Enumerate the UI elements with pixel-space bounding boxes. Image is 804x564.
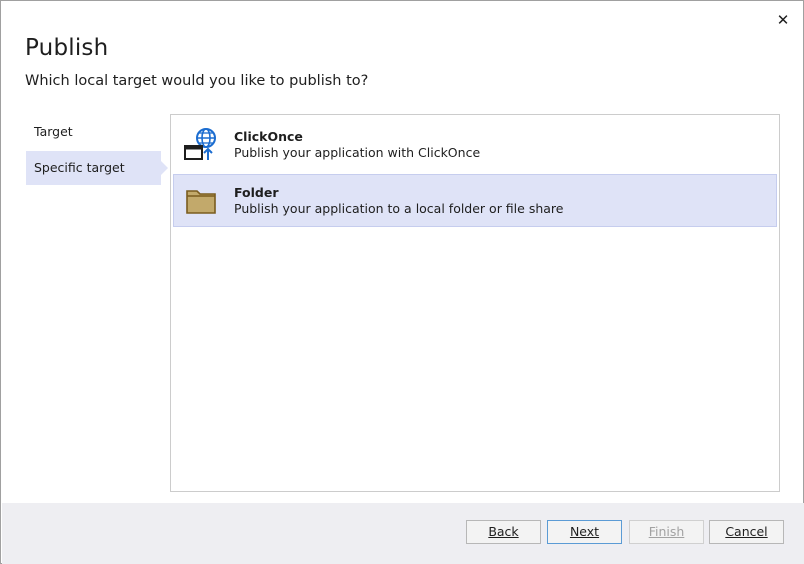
clickonce-globe-icon <box>182 127 216 161</box>
target-item-folder[interactable]: Folder Publish your application to a loc… <box>173 174 777 227</box>
page-title: Publish <box>25 35 109 61</box>
step-label: Target <box>34 124 73 139</box>
dialog-footer: Back Next Finish Cancel <box>2 503 804 564</box>
publish-dialog: ✕ Publish Which local target would you l… <box>0 0 804 564</box>
close-button[interactable]: ✕ <box>771 9 795 31</box>
step-label: Specific target <box>34 160 125 175</box>
target-description: Publish your application to a local fold… <box>234 201 564 216</box>
target-name: ClickOnce <box>234 129 303 144</box>
target-name: Folder <box>234 185 279 200</box>
step-specific-target[interactable]: Specific target <box>26 151 168 185</box>
next-button[interactable]: Next <box>547 520 622 544</box>
folder-icon <box>185 187 219 221</box>
back-button[interactable]: Back <box>466 520 541 544</box>
step-target[interactable]: Target <box>26 115 161 149</box>
page-subtitle: Which local target would you like to pub… <box>25 73 369 89</box>
target-description: Publish your application with ClickOnce <box>234 145 481 160</box>
wizard-steps: Target Specific target <box>26 115 168 187</box>
close-icon: ✕ <box>776 11 790 29</box>
finish-button[interactable]: Finish <box>629 520 704 544</box>
cancel-button[interactable]: Cancel <box>709 520 784 544</box>
target-list: ClickOnce Publish your application with … <box>170 114 780 492</box>
target-item-clickonce[interactable]: ClickOnce Publish your application with … <box>173 117 777 170</box>
